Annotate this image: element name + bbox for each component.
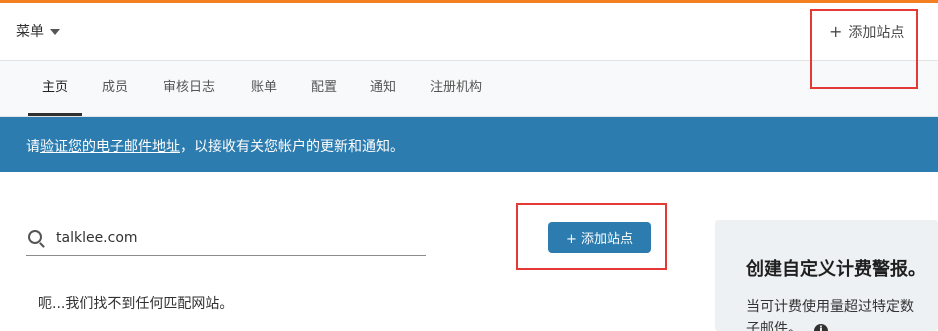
banner-suffix: ，以接收有关您帐户的更新和通知。	[180, 139, 404, 155]
site-search-input[interactable]	[54, 221, 426, 255]
menu-button[interactable]: 菜单	[16, 21, 60, 41]
billing-alert-card: 创建自定义计费警报。 当可计费使用量超过特定数 子邮件。 i	[715, 220, 938, 331]
billing-alert-description-2-text: 子邮件。	[746, 321, 802, 331]
verify-email-banner: 请验证您的电子邮件地址，以接收有关您帐户的更新和通知。	[0, 117, 938, 172]
site-search	[26, 221, 426, 256]
tab-audit-log[interactable]: 审核日志	[163, 61, 215, 116]
billing-alert-description: 当可计费使用量超过特定数	[746, 299, 914, 315]
no-results-message: 呃...我们找不到任何匹配网站。	[38, 296, 234, 312]
caret-down-icon	[50, 29, 60, 35]
nav-tabs: 主页 成员 审核日志 账单 配置 通知 注册机构	[0, 61, 938, 117]
tab-configuration[interactable]: 配置	[311, 61, 337, 116]
tab-billing[interactable]: 账单	[251, 61, 277, 116]
header-add-site-link[interactable]: + 添加站点	[829, 22, 904, 42]
plus-icon: +	[829, 22, 843, 41]
banner-text: 请验证您的电子邮件地址，以接收有关您帐户的更新和通知。	[26, 136, 404, 156]
tab-registrar[interactable]: 注册机构	[430, 61, 482, 116]
billing-alert-description-2: 子邮件。 i	[746, 318, 828, 331]
header-add-site-label: 添加站点	[848, 25, 905, 41]
banner-prefix: 请	[26, 139, 40, 155]
billing-alert-title: 创建自定义计费警报。	[746, 259, 926, 280]
info-icon[interactable]: i	[814, 324, 828, 331]
tab-notifications[interactable]: 通知	[370, 61, 396, 116]
search-icon	[28, 230, 42, 244]
top-header: 菜单 + 添加站点	[0, 3, 938, 61]
add-site-button[interactable]: + 添加站点	[548, 222, 651, 253]
tab-members[interactable]: 成员	[102, 61, 128, 116]
tab-home[interactable]: 主页	[28, 61, 83, 116]
menu-label: 菜单	[16, 24, 44, 40]
verify-email-link[interactable]: 验证您的电子邮件地址	[40, 139, 180, 155]
